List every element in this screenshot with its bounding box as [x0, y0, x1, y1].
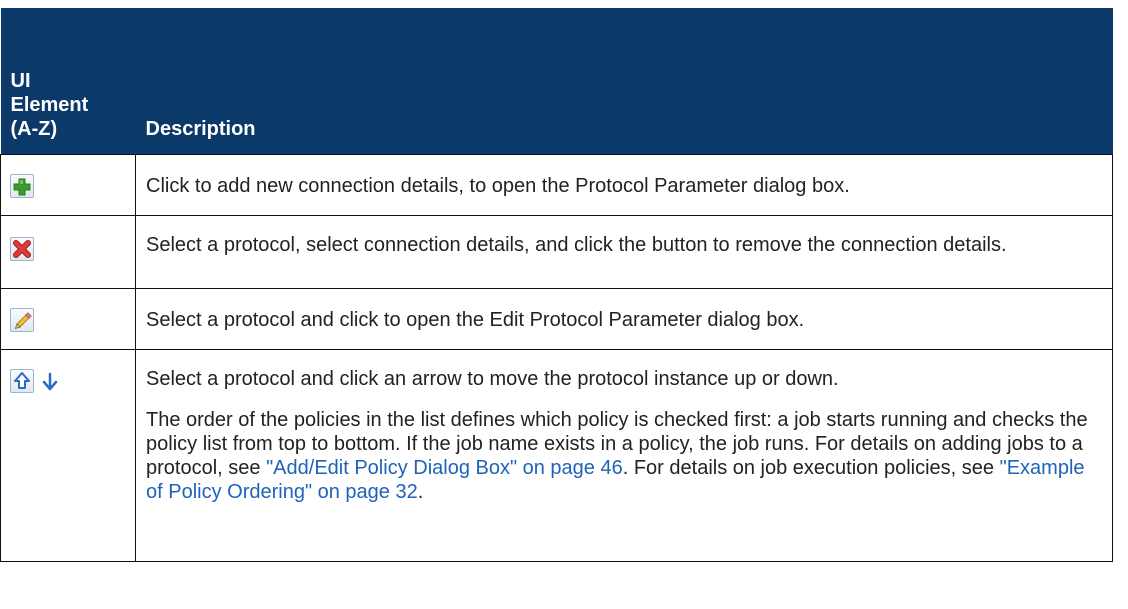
- table-row: Click to add new connection details, to …: [0, 153, 1113, 216]
- description-cell: Select a protocol, select connection det…: [135, 214, 1113, 289]
- description-text: Select a protocol and click to open the …: [146, 308, 805, 331]
- description-cell: Select a protocol and click an arrow to …: [135, 348, 1113, 562]
- header-ui-element-line3: (A-Z): [10, 117, 58, 140]
- description-paragraph: The order of the policies in the list de…: [146, 408, 1094, 504]
- edit-icon: [10, 307, 34, 332]
- link-add-edit-policy-dialog[interactable]: "Add/Edit Policy Dialog Box" on page 46: [266, 457, 623, 479]
- description-text: Click to add new connection details, to …: [146, 174, 850, 197]
- table-header-row: UI Element (A-Z) Description: [0, 8, 1113, 154]
- ui-element-cell: [0, 153, 136, 216]
- table-row: Select a protocol, select connection det…: [0, 214, 1113, 289]
- description-text: Select a protocol, select connection det…: [146, 233, 1007, 256]
- remove-icon: [10, 236, 34, 261]
- description-cell: Click to add new connection details, to …: [135, 153, 1113, 216]
- move-down-icon: [41, 371, 59, 393]
- header-ui-element-line2: Element: [10, 93, 89, 116]
- description-text: .: [417, 480, 424, 503]
- description-text: Select a protocol and click an arrow to …: [146, 367, 839, 390]
- description-cell: Select a protocol and click to open the …: [135, 287, 1113, 350]
- ui-elements-table: UI Element (A-Z) Description Click to ad…: [0, 8, 1113, 562]
- add-icon: [10, 173, 34, 198]
- move-up-icon: [10, 368, 34, 393]
- ui-element-cell: [0, 348, 136, 562]
- table-row: Select a protocol and click to open the …: [0, 287, 1113, 350]
- header-description: Description: [135, 8, 1113, 154]
- header-ui-element-line1: UI: [10, 69, 31, 92]
- header-ui-element: UI Element (A-Z): [0, 8, 136, 154]
- description-text: . For details on job execution policies,…: [622, 456, 1000, 479]
- ui-element-cell: [0, 214, 136, 289]
- table-row: Select a protocol and click an arrow to …: [0, 348, 1113, 562]
- ui-element-cell: [0, 287, 136, 350]
